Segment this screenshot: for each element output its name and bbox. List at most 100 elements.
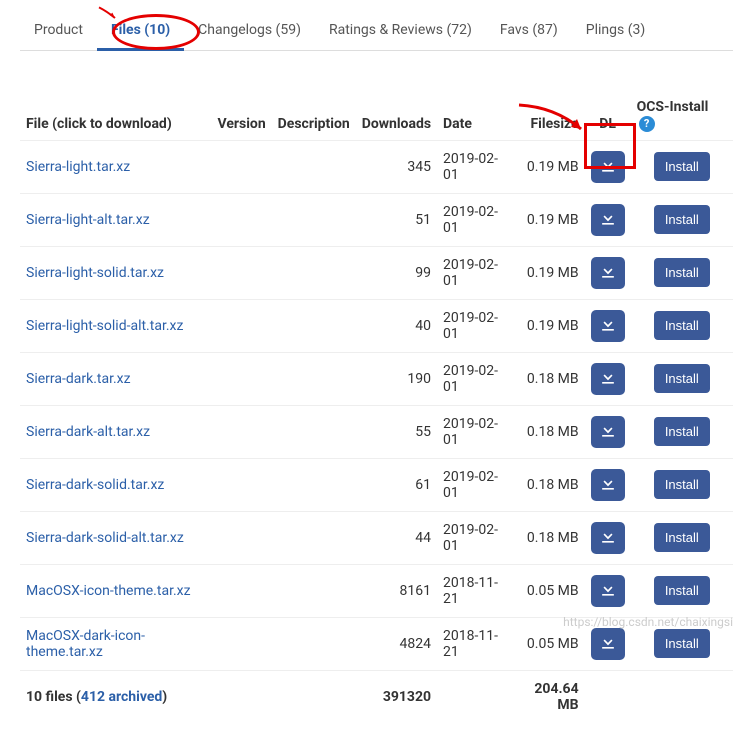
- cell-date: 2019-02-01: [437, 193, 505, 246]
- install-button[interactable]: Install: [654, 205, 710, 234]
- install-button[interactable]: Install: [654, 470, 710, 499]
- file-link[interactable]: MacOSX-icon-theme.tar.xz: [26, 583, 191, 599]
- download-icon: [598, 473, 618, 497]
- cell-version: [211, 299, 271, 352]
- th-dl: DL: [585, 91, 631, 140]
- table-row: Sierra-dark-alt.tar.xz552019-02-010.18 M…: [20, 405, 733, 458]
- download-button[interactable]: [591, 469, 625, 501]
- cell-downloads: 51: [356, 193, 437, 246]
- cell-downloads: 4824: [356, 617, 437, 670]
- install-button[interactable]: Install: [654, 258, 710, 287]
- table-row: Sierra-light.tar.xz3452019-02-010.19 MBI…: [20, 140, 733, 193]
- table-row: Sierra-light-solid-alt.tar.xz 402019-02-0…: [20, 299, 733, 352]
- file-link[interactable]: Sierra-light-solid-alt.tar.xz: [26, 318, 183, 334]
- download-button[interactable]: [591, 522, 625, 554]
- cell-description: [272, 352, 356, 405]
- cell-filesize: 0.05 MB: [505, 564, 584, 617]
- tab-favs[interactable]: Favs (87): [486, 12, 572, 50]
- download-button[interactable]: [591, 628, 625, 660]
- cell-date: 2019-02-01: [437, 246, 505, 299]
- th-downloads: Downloads: [356, 91, 437, 140]
- cell-date: 2019-02-01: [437, 458, 505, 511]
- file-link[interactable]: Sierra-dark-solid.tar.xz: [26, 477, 164, 493]
- download-icon: [598, 208, 618, 232]
- cell-filesize: 0.19 MB: [505, 246, 584, 299]
- th-filesize: Filesize: [505, 91, 584, 140]
- cell-date: 2019-02-01: [437, 299, 505, 352]
- cell-date: 2019-02-01: [437, 140, 505, 193]
- install-button[interactable]: Install: [654, 152, 710, 181]
- download-button[interactable]: [591, 151, 625, 183]
- file-link[interactable]: Sierra-dark-alt.tar.xz: [26, 424, 150, 440]
- cell-version: [211, 246, 271, 299]
- cell-description: [272, 405, 356, 458]
- cell-description: [272, 193, 356, 246]
- file-link[interactable]: Sierra-light-alt.tar.xz: [26, 212, 150, 228]
- file-link[interactable]: Sierra-light.tar.xz: [26, 159, 130, 175]
- cell-version: [211, 352, 271, 405]
- th-description: Description: [272, 91, 356, 140]
- cell-filesize: 0.18 MB: [505, 352, 584, 405]
- table-row: Sierra-dark-solid-alt.tar.xz442019-02-01…: [20, 511, 733, 564]
- totals-files: 10 files (412 archived): [20, 670, 211, 723]
- install-button[interactable]: Install: [654, 417, 710, 446]
- download-button[interactable]: [591, 363, 625, 395]
- cell-downloads: 61: [356, 458, 437, 511]
- cell-downloads: 99: [356, 246, 437, 299]
- cell-description: [272, 564, 356, 617]
- install-button[interactable]: Install: [654, 523, 710, 552]
- download-icon: [598, 314, 618, 338]
- download-button[interactable]: [591, 204, 625, 236]
- download-icon: [598, 155, 618, 179]
- file-link[interactable]: Sierra-dark.tar.xz: [26, 371, 131, 387]
- cell-downloads: 40: [356, 299, 437, 352]
- cell-version: [211, 511, 271, 564]
- download-button[interactable]: [591, 416, 625, 448]
- file-link[interactable]: Sierra-light-solid.tar.xz: [26, 265, 164, 281]
- th-ocs-install: OCS-Install ?: [631, 91, 733, 140]
- download-button[interactable]: [591, 310, 625, 342]
- help-icon[interactable]: ?: [639, 116, 655, 132]
- download-button[interactable]: [591, 575, 625, 607]
- cell-date: 2018-11-21: [437, 617, 505, 670]
- totals-size: 204.64 MB: [505, 670, 584, 723]
- cell-description: [272, 458, 356, 511]
- file-link[interactable]: MacOSX-dark-icon-theme.tar.xz: [26, 628, 145, 660]
- cell-version: [211, 140, 271, 193]
- cell-date: 2019-02-01: [437, 405, 505, 458]
- cell-downloads: 44: [356, 511, 437, 564]
- cell-description: [272, 246, 356, 299]
- tab-ratings-reviews[interactable]: Ratings & Reviews (72): [315, 12, 486, 50]
- table-row: Sierra-light-solid.tar.xz 992019-02-010.1…: [20, 246, 733, 299]
- table-row: Sierra-light-alt.tar.xz512019-02-010.19 …: [20, 193, 733, 246]
- download-icon: [598, 526, 618, 550]
- watermark-text: https://blog.csdn.net/chaixingsi: [563, 615, 733, 629]
- cell-filesize: 0.18 MB: [505, 405, 584, 458]
- tabs-bar: Product Files (10) Changelogs (59) Ratin…: [20, 12, 733, 51]
- cell-downloads: 345: [356, 140, 437, 193]
- tab-product[interactable]: Product: [20, 12, 97, 50]
- tab-plings[interactable]: Plings (3): [572, 12, 659, 50]
- th-date: Date: [437, 91, 505, 140]
- totals-downloads: 391320: [356, 670, 437, 723]
- cell-version: [211, 458, 271, 511]
- cell-description: [272, 299, 356, 352]
- install-button[interactable]: Install: [654, 629, 710, 658]
- cell-description: [272, 511, 356, 564]
- cell-version: [211, 564, 271, 617]
- install-button[interactable]: Install: [654, 576, 710, 605]
- archived-link[interactable]: 412 archived: [81, 689, 162, 705]
- table-row: MacOSX-icon-theme.tar.xz81612018-11-210.…: [20, 564, 733, 617]
- cell-downloads: 8161: [356, 564, 437, 617]
- download-button[interactable]: [591, 257, 625, 289]
- download-icon: [598, 420, 618, 444]
- install-button[interactable]: Install: [654, 311, 710, 340]
- cell-date: 2019-02-01: [437, 352, 505, 405]
- file-link[interactable]: Sierra-dark-solid-alt.tar.xz: [26, 530, 184, 546]
- tab-files[interactable]: Files (10): [97, 12, 184, 51]
- download-icon: [598, 632, 618, 656]
- cell-version: [211, 193, 271, 246]
- cell-version: [211, 405, 271, 458]
- tab-changelogs[interactable]: Changelogs (59): [184, 12, 315, 50]
- install-button[interactable]: Install: [654, 364, 710, 393]
